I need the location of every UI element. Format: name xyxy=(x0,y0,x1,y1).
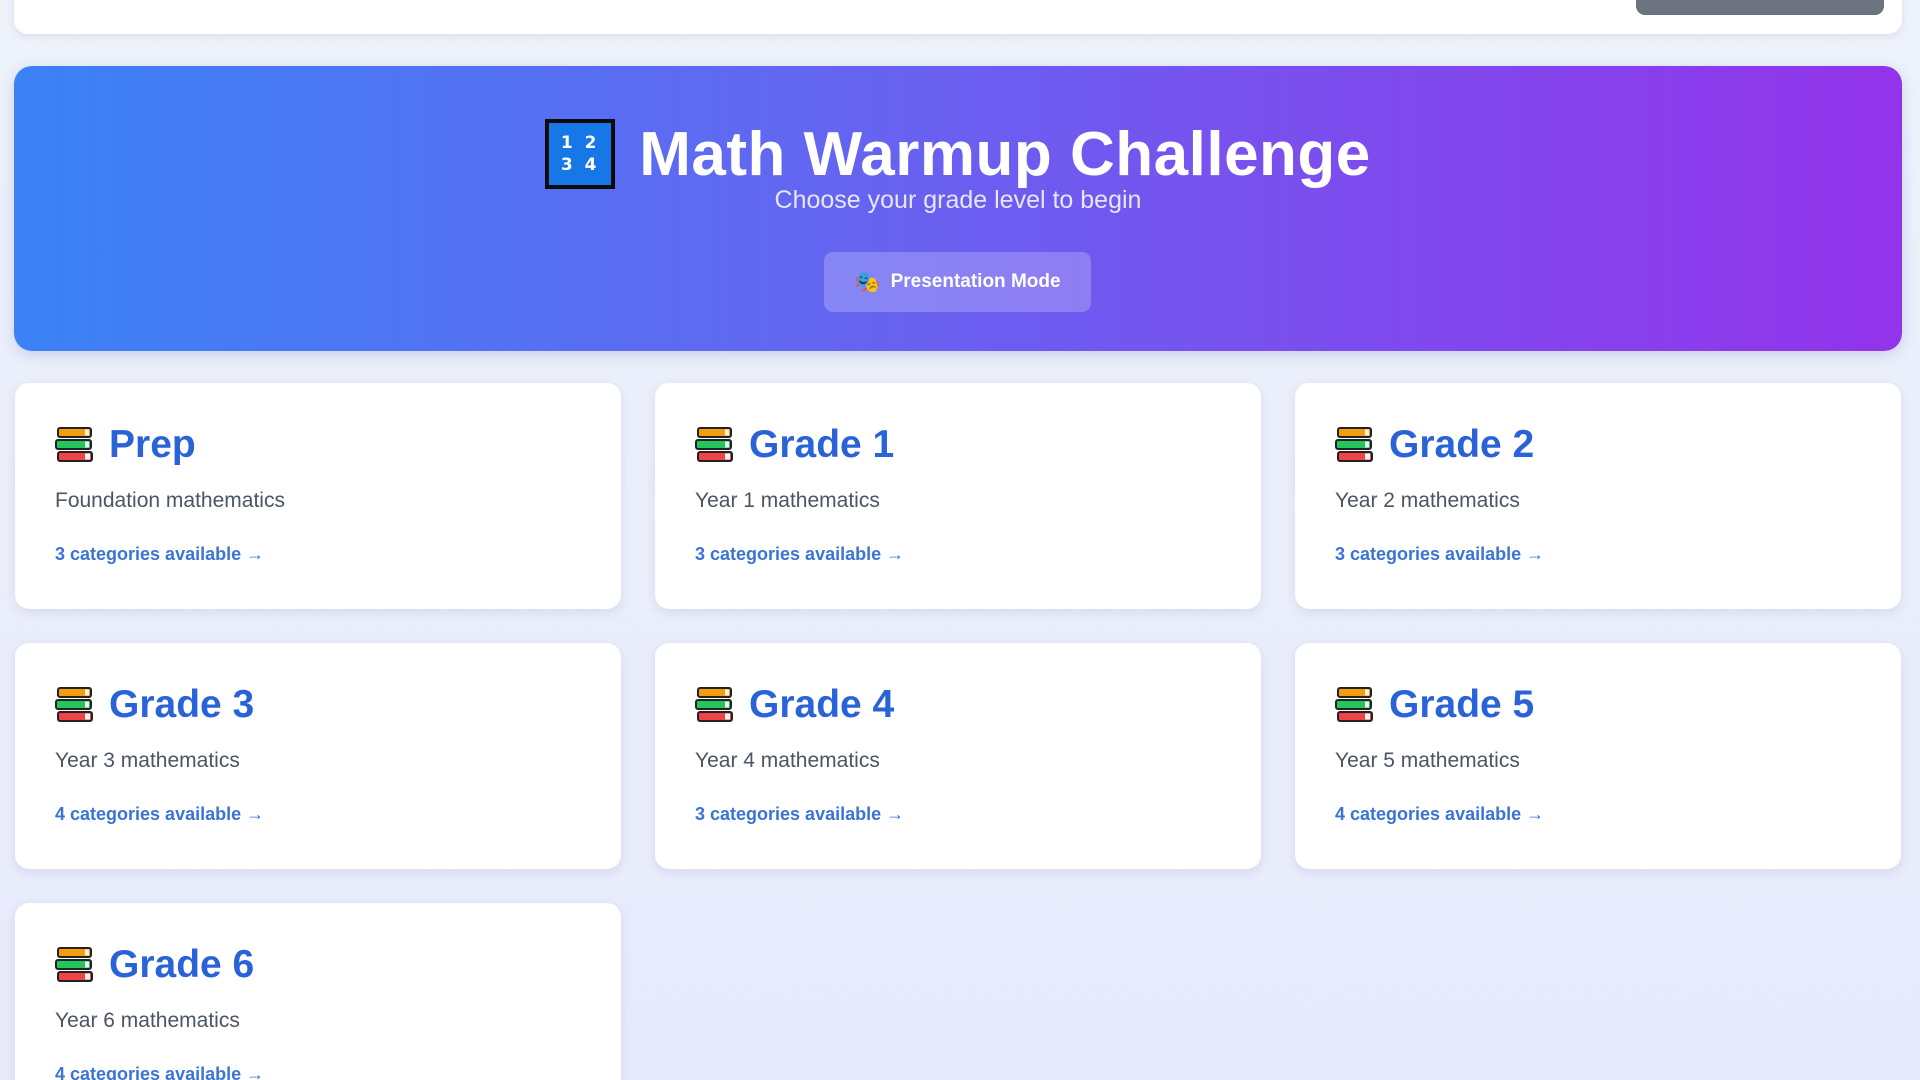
books-icon xyxy=(1335,427,1373,462)
books-icon xyxy=(55,427,93,462)
grade-description: Year 2 mathematics xyxy=(1335,489,1520,512)
grade-card-header: Grade 2 xyxy=(1335,423,1534,467)
numbers-icon-line-1: 1 2 xyxy=(560,133,600,153)
grade-title: Grade 1 xyxy=(749,423,895,466)
grade-card-header: Grade 6 xyxy=(55,943,254,987)
numbers-icon-line-2: 3 4 xyxy=(560,155,600,175)
grade-card-prep[interactable]: Prep Foundation mathematics 3 categories… xyxy=(15,383,621,609)
books-icon xyxy=(695,427,733,462)
grade-title: Grade 2 xyxy=(1389,423,1535,466)
grade-card-header: Grade 1 xyxy=(695,423,894,467)
grade-card-grid: Prep Foundation mathematics 3 categories… xyxy=(15,383,1901,1080)
presentation-mode-label: Presentation Mode xyxy=(890,271,1061,292)
page-title: Math Warmup Challenge xyxy=(639,119,1371,189)
categories-link[interactable]: 3 categories available → xyxy=(695,544,904,565)
categories-link[interactable]: 3 categories available → xyxy=(55,544,264,565)
grade-description: Year 4 mathematics xyxy=(695,749,880,772)
books-icon xyxy=(55,687,93,722)
grade-description: Year 1 mathematics xyxy=(695,489,880,512)
grade-title: Grade 5 xyxy=(1389,683,1535,726)
grade-card-header: Grade 5 xyxy=(1335,683,1534,727)
grade-title: Grade 3 xyxy=(109,683,255,726)
grade-card-header: Prep xyxy=(55,423,196,467)
top-navigation-bar xyxy=(14,0,1902,34)
grade-description: Foundation mathematics xyxy=(55,489,285,512)
books-icon xyxy=(695,687,733,722)
categories-link[interactable]: 4 categories available → xyxy=(55,804,264,825)
top-bar-button[interactable] xyxy=(1636,0,1884,15)
grade-description: Year 5 mathematics xyxy=(1335,749,1520,772)
grade-card-grade-6[interactable]: Grade 6 Year 6 mathematics 4 categories … xyxy=(15,903,621,1080)
grade-card-header: Grade 4 xyxy=(695,683,894,727)
grade-title: Grade 4 xyxy=(749,683,895,726)
input-numbers-icon: 1 2 3 4 xyxy=(545,119,616,189)
grade-card-grade-4[interactable]: Grade 4 Year 4 mathematics 3 categories … xyxy=(655,643,1261,869)
categories-link[interactable]: 4 categories available → xyxy=(55,1064,264,1080)
grade-description: Year 3 mathematics xyxy=(55,749,240,772)
grade-card-grade-5[interactable]: Grade 5 Year 5 mathematics 4 categories … xyxy=(1295,643,1901,869)
categories-link[interactable]: 4 categories available → xyxy=(1335,804,1544,825)
grade-card-grade-1[interactable]: Grade 1 Year 1 mathematics 3 categories … xyxy=(655,383,1261,609)
grade-card-grade-3[interactable]: Grade 3 Year 3 mathematics 4 categories … xyxy=(15,643,621,869)
presentation-mode-button[interactable]: 🎭 Presentation Mode xyxy=(824,252,1091,312)
grade-title: Grade 6 xyxy=(109,943,255,986)
page-subtitle: Choose your grade level to begin xyxy=(774,186,1142,214)
grade-card-header: Grade 3 xyxy=(55,683,254,727)
categories-link[interactable]: 3 categories available → xyxy=(695,804,904,825)
grade-title: Prep xyxy=(109,423,196,466)
books-icon xyxy=(1335,687,1373,722)
categories-link[interactable]: 3 categories available → xyxy=(1335,544,1544,565)
performing-arts-masks-icon: 🎭 xyxy=(854,270,881,294)
hero-banner: 1 2 3 4 Math Warmup Challenge Choose you… xyxy=(14,66,1902,351)
books-icon xyxy=(55,947,93,982)
grade-description: Year 6 mathematics xyxy=(55,1009,240,1032)
grade-card-grade-2[interactable]: Grade 2 Year 2 mathematics 3 categories … xyxy=(1295,383,1901,609)
